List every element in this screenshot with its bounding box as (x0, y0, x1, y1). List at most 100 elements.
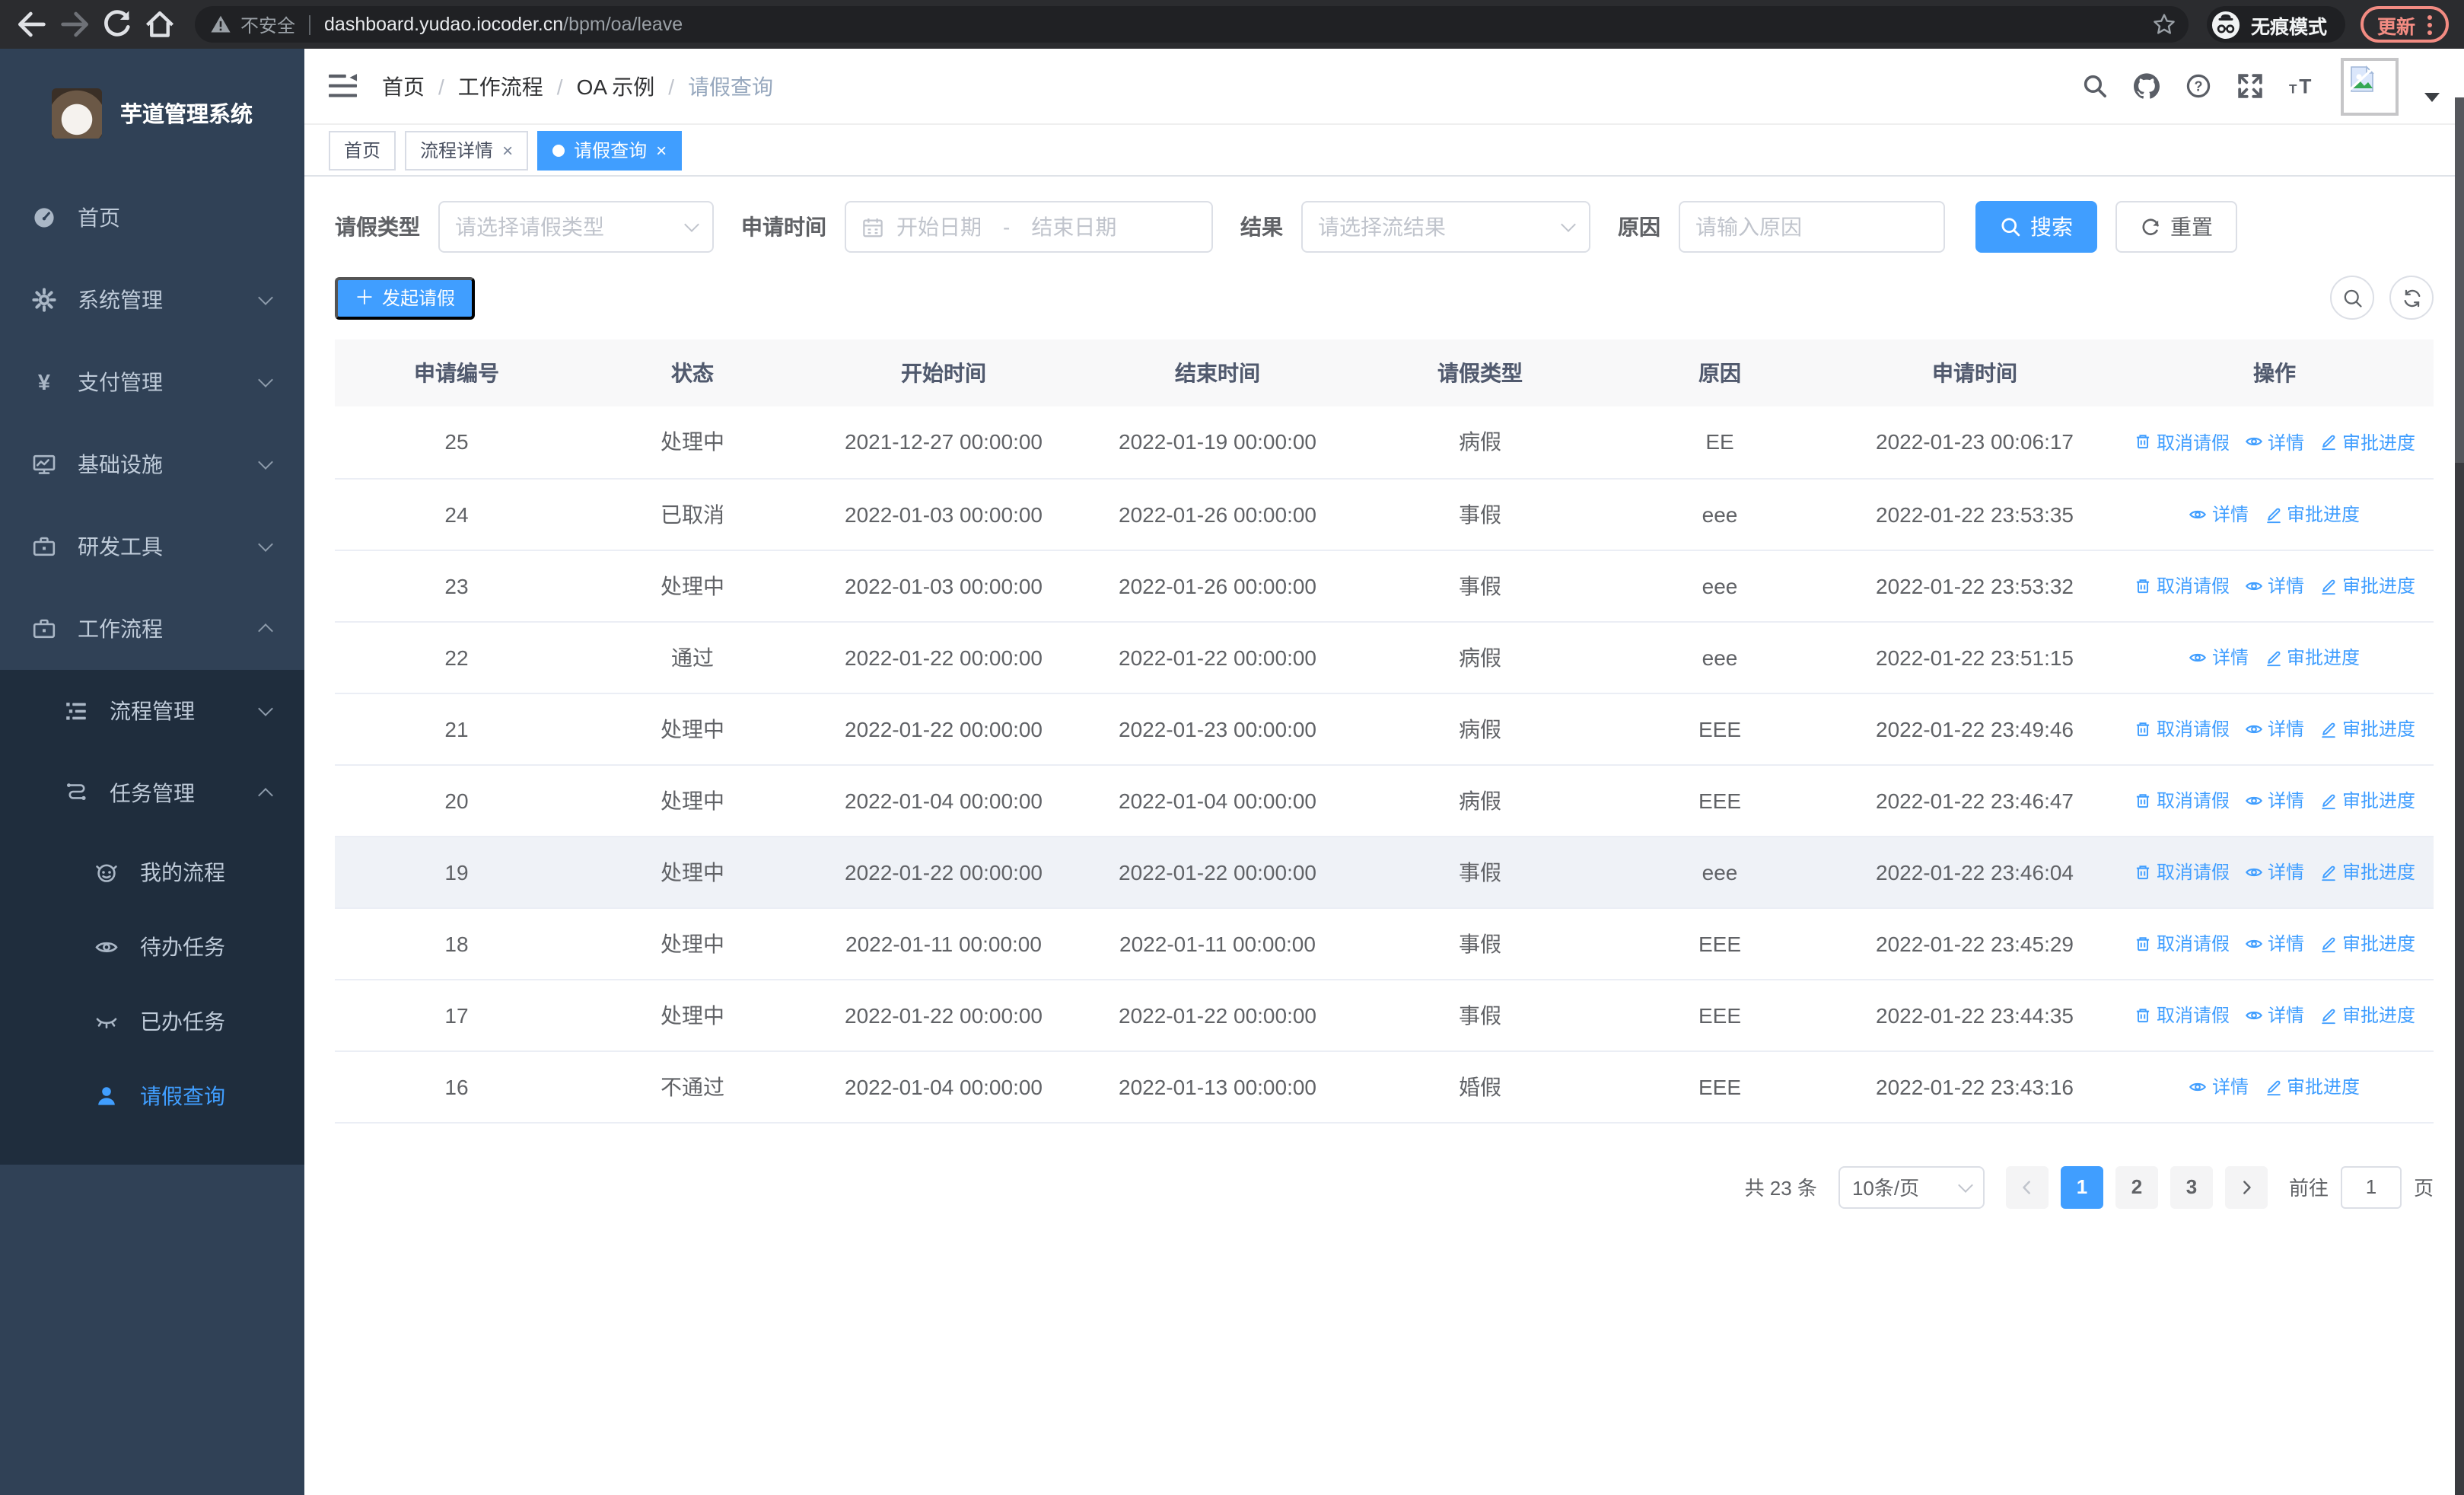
not-secure-label[interactable]: 不安全 (240, 11, 295, 37)
cell-id: 17 (335, 979, 578, 1051)
column-header-状态: 状态 (578, 339, 807, 406)
cell-actions: 取消请假 详情 审批进度 (2115, 836, 2434, 908)
avatar-dropdown-caret-icon[interactable] (2424, 92, 2440, 101)
action-progress-button[interactable]: 审批进度 (2319, 429, 2415, 455)
close-icon[interactable]: × (656, 139, 667, 161)
sidebar-item-请假查询[interactable]: 请假查询 (0, 1058, 304, 1133)
breadcrumb-current: 请假查询 (688, 74, 774, 98)
sidebar-item-支付管理[interactable]: ¥ 支付管理 (0, 341, 304, 423)
user-avatar[interactable] (2341, 57, 2399, 115)
next-page-button[interactable] (2224, 1165, 2268, 1208)
search-button[interactable]: 搜索 (1975, 201, 2097, 253)
page-button-3[interactable]: 3 (2170, 1165, 2213, 1208)
action-cancel-button[interactable]: 取消请假 (2134, 572, 2230, 598)
action-progress-button[interactable]: 审批进度 (2264, 1073, 2360, 1099)
page-button-2[interactable]: 2 (2115, 1165, 2158, 1208)
page-button-1[interactable]: 1 (2060, 1165, 2103, 1208)
refresh-table-button[interactable] (2389, 276, 2434, 320)
tools-icon (32, 534, 56, 559)
browser-update-button[interactable]: 更新 (2360, 6, 2449, 43)
apply-time-range-picker[interactable]: 开始日期 - 结束日期 (845, 201, 1213, 253)
action-progress-button[interactable]: 审批进度 (2319, 859, 2415, 885)
action-cancel-button[interactable]: 取消请假 (2134, 429, 2230, 455)
app-logo[interactable]: 芋道管理系统 (0, 49, 304, 177)
page-size-select[interactable]: 10条/页 (1838, 1165, 1985, 1208)
github-icon[interactable] (2134, 73, 2160, 99)
sidebar-item-我的流程[interactable]: 我的流程 (0, 834, 304, 909)
tag-请假查询[interactable]: 请假查询 × (537, 130, 683, 170)
action-detail-button[interactable]: 详情 (2245, 429, 2304, 455)
close-icon[interactable]: × (502, 139, 513, 161)
eye-icon (2189, 648, 2208, 666)
reason-input[interactable] (1679, 201, 1945, 253)
action-cancel-button[interactable]: 取消请假 (2134, 859, 2230, 885)
incognito-icon (2211, 10, 2240, 39)
breadcrumb-home[interactable]: 首页 (382, 71, 425, 101)
breadcrumb-workflow[interactable]: 工作流程 (458, 71, 543, 101)
action-progress-button[interactable]: 审批进度 (2319, 1002, 2415, 1028)
action-detail-button[interactable]: 详情 (2245, 1002, 2304, 1028)
cell-start-time: 2022-01-03 00:00:00 (807, 550, 1081, 622)
action-detail-button[interactable]: 详情 (2245, 787, 2304, 813)
bookmark-star-icon[interactable] (2152, 12, 2176, 37)
sidebar-item-研发工具[interactable]: 研发工具 (0, 505, 304, 588)
tag-首页[interactable]: 首页 (329, 130, 396, 170)
action-cancel-button[interactable]: 取消请假 (2134, 1002, 2230, 1028)
eye-icon (2245, 576, 2263, 594)
sidebar-item-任务管理[interactable]: 任务管理 (0, 752, 304, 834)
help-icon[interactable]: ? (2185, 73, 2211, 99)
cell-status: 处理中 (578, 907, 807, 980)
action-detail-button[interactable]: 详情 (2245, 930, 2304, 956)
sidebar-item-系统管理[interactable]: 系统管理 (0, 259, 304, 341)
breadcrumb-oa[interactable]: OA 示例 (577, 71, 655, 101)
action-progress-button[interactable]: 审批进度 (2319, 716, 2415, 741)
url-bar[interactable]: 不安全 dashboard.yudao.iocoder.cn/bpm/oa/le… (195, 6, 2189, 43)
action-progress-button[interactable]: 审批进度 (2319, 572, 2415, 598)
create-leave-button[interactable]: ＋ 发起请假 (335, 276, 476, 319)
sidebar-item-工作流程[interactable]: 工作流程 (0, 588, 304, 670)
jump-page-input[interactable] (2340, 1165, 2402, 1208)
action-progress-button[interactable]: 审批进度 (2319, 787, 2415, 813)
action-cancel-button[interactable]: 取消请假 (2134, 930, 2230, 956)
action-detail-button[interactable]: 详情 (2189, 1073, 2249, 1099)
reload-icon[interactable] (100, 8, 134, 41)
action-detail-button[interactable]: 详情 (2245, 859, 2304, 885)
action-progress-button[interactable]: 审批进度 (2319, 930, 2415, 956)
cell-apply-time: 2022-01-22 23:46:47 (1834, 764, 2115, 837)
forward-icon[interactable] (58, 8, 91, 41)
font-size-icon[interactable]: TT (2289, 73, 2315, 99)
action-detail-button[interactable]: 详情 (2245, 716, 2304, 741)
table-row-25: 25 处理中 2021-12-27 00:00:00 2022-01-19 00:00… (335, 406, 2434, 479)
action-detail-button[interactable]: 详情 (2189, 644, 2249, 670)
action-cancel-button[interactable]: 取消请假 (2134, 787, 2230, 813)
sidebar-item-首页[interactable]: 首页 (0, 177, 304, 259)
reset-button[interactable]: 重置 (2115, 201, 2237, 253)
sidebar-item-流程管理[interactable]: 流程管理 (0, 670, 304, 752)
cell-id: 18 (335, 907, 578, 980)
browser-menu-icon[interactable] (2427, 14, 2432, 34)
action-progress-button[interactable]: 审批进度 (2264, 644, 2360, 670)
cell-start-time: 2022-01-22 00:00:00 (807, 836, 1081, 908)
result-select[interactable]: 请选择流结果 (1301, 201, 1590, 253)
sidebar-item-基础设施[interactable]: 基础设施 (0, 423, 304, 505)
tag-流程详情[interactable]: 流程详情 × (405, 130, 529, 170)
fullscreen-icon[interactable] (2237, 73, 2263, 99)
leave-type-select[interactable]: 请选择请假类型 (438, 201, 714, 253)
sidebar-item-已办任务[interactable]: 已办任务 (0, 983, 304, 1058)
action-cancel-button[interactable]: 取消请假 (2134, 716, 2230, 741)
back-icon[interactable] (15, 8, 49, 41)
action-detail-button[interactable]: 详情 (2189, 501, 2249, 527)
prev-page-button[interactable] (2005, 1165, 2049, 1208)
sidebar-collapse-icon[interactable] (329, 73, 358, 99)
action-progress-button[interactable]: 审批进度 (2264, 501, 2360, 527)
header-search-icon[interactable] (2082, 73, 2108, 99)
cell-leave-type: 事假 (1355, 907, 1606, 980)
cell-leave-type: 病假 (1355, 621, 1606, 693)
sidebar-item-待办任务[interactable]: 待办任务 (0, 909, 304, 983)
action-detail-button[interactable]: 详情 (2245, 572, 2304, 598)
sidebar-item-label: 任务管理 (110, 781, 195, 805)
page-scrollbar[interactable] (2455, 97, 2464, 1495)
home-icon[interactable] (143, 8, 177, 41)
scrollbar-thumb[interactable] (2455, 97, 2464, 463)
show-search-toggle-button[interactable] (2330, 276, 2374, 320)
